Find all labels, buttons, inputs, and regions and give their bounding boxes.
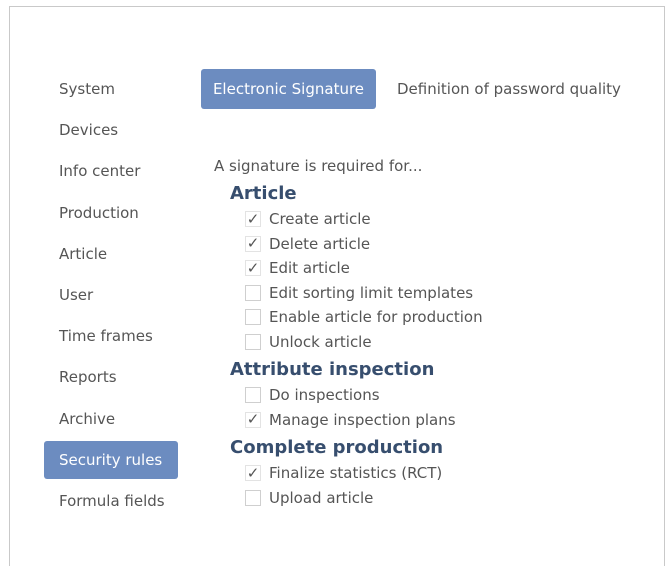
- checkbox-row[interactable]: ✓ Manage inspection plans: [245, 408, 654, 433]
- sidebar-item-reports[interactable]: Reports: [35, 358, 169, 396]
- check-icon: ✓: [246, 463, 260, 482]
- checkbox-label: Edit sorting limit templates: [269, 283, 474, 302]
- group-title-article: Article: [230, 183, 297, 204]
- checkbox-row[interactable]: ✓ Delete article: [245, 232, 654, 257]
- checkbox-label: Manage inspection plans: [269, 410, 456, 429]
- checkbox-row[interactable]: Enable article for production: [245, 305, 654, 330]
- tab-electronic-signature[interactable]: Electronic Signature: [201, 69, 376, 109]
- checkbox-label: Finalize statistics (RCT): [269, 464, 443, 483]
- checkbox-label: Unlock article: [269, 332, 372, 351]
- checkbox-unchecked[interactable]: [245, 489, 261, 506]
- check-icon: ✓: [246, 209, 260, 228]
- checkbox-row[interactable]: Unlock article: [245, 330, 654, 355]
- sidebar: System Devices Info center Production Ar…: [35, 70, 185, 523]
- checkbox-checked[interactable]: ✓: [245, 234, 261, 253]
- check-icon: ✓: [246, 258, 260, 277]
- checkbox-label: Edit article: [269, 259, 350, 278]
- sidebar-item-formula-fields[interactable]: Formula fields: [35, 482, 169, 520]
- checkbox-row[interactable]: Upload article: [245, 486, 654, 511]
- check-icon: ✓: [246, 234, 260, 253]
- checkbox-label: Do inspections: [269, 386, 380, 405]
- checkbox-checked[interactable]: ✓: [245, 209, 261, 228]
- checkbox-row[interactable]: ✓ Create article: [245, 207, 654, 232]
- sidebar-item-production[interactable]: Production: [35, 194, 169, 232]
- checkbox-row[interactable]: Edit sorting limit templates: [245, 281, 654, 306]
- checkbox-unchecked[interactable]: [245, 284, 261, 301]
- checkbox-row[interactable]: Do inspections: [245, 383, 654, 408]
- sidebar-item-info-center[interactable]: Info center: [35, 152, 169, 190]
- group-title-attribute-inspection: Attribute inspection: [230, 359, 435, 380]
- sidebar-item-devices[interactable]: Devices: [35, 111, 169, 149]
- sidebar-item-article[interactable]: Article: [35, 235, 169, 273]
- sidebar-item-time-frames[interactable]: Time frames: [35, 317, 169, 355]
- checkbox-checked[interactable]: ✓: [245, 463, 261, 482]
- sidebar-item-security-rules[interactable]: Security rules: [44, 440, 178, 479]
- checkbox-label: Delete article: [269, 234, 371, 253]
- group-title-complete-production: Complete production: [230, 437, 444, 458]
- sidebar-item-archive[interactable]: Archive: [35, 400, 169, 438]
- checkbox-row[interactable]: ✓ Finalize statistics (RCT): [245, 461, 654, 486]
- checkbox-label: Upload article: [269, 488, 374, 507]
- check-icon: ✓: [246, 410, 260, 429]
- signature-settings: A signature is required for... Article ✓…: [214, 155, 654, 510]
- checkbox-unchecked[interactable]: [245, 309, 261, 326]
- checkbox-unchecked[interactable]: [245, 333, 261, 350]
- checkbox-label: Enable article for production: [269, 308, 483, 327]
- checkbox-label: Create article: [269, 210, 371, 229]
- checkbox-checked[interactable]: ✓: [245, 258, 261, 277]
- tab-password-quality[interactable]: Definition of password quality: [397, 69, 621, 109]
- intro-text: A signature is required for...: [214, 157, 423, 175]
- checkbox-row[interactable]: ✓ Edit article: [245, 256, 654, 281]
- sidebar-item-system[interactable]: System: [35, 70, 169, 108]
- checkbox-unchecked[interactable]: [245, 387, 261, 404]
- sidebar-item-user[interactable]: User: [35, 276, 169, 314]
- checkbox-checked[interactable]: ✓: [245, 410, 261, 429]
